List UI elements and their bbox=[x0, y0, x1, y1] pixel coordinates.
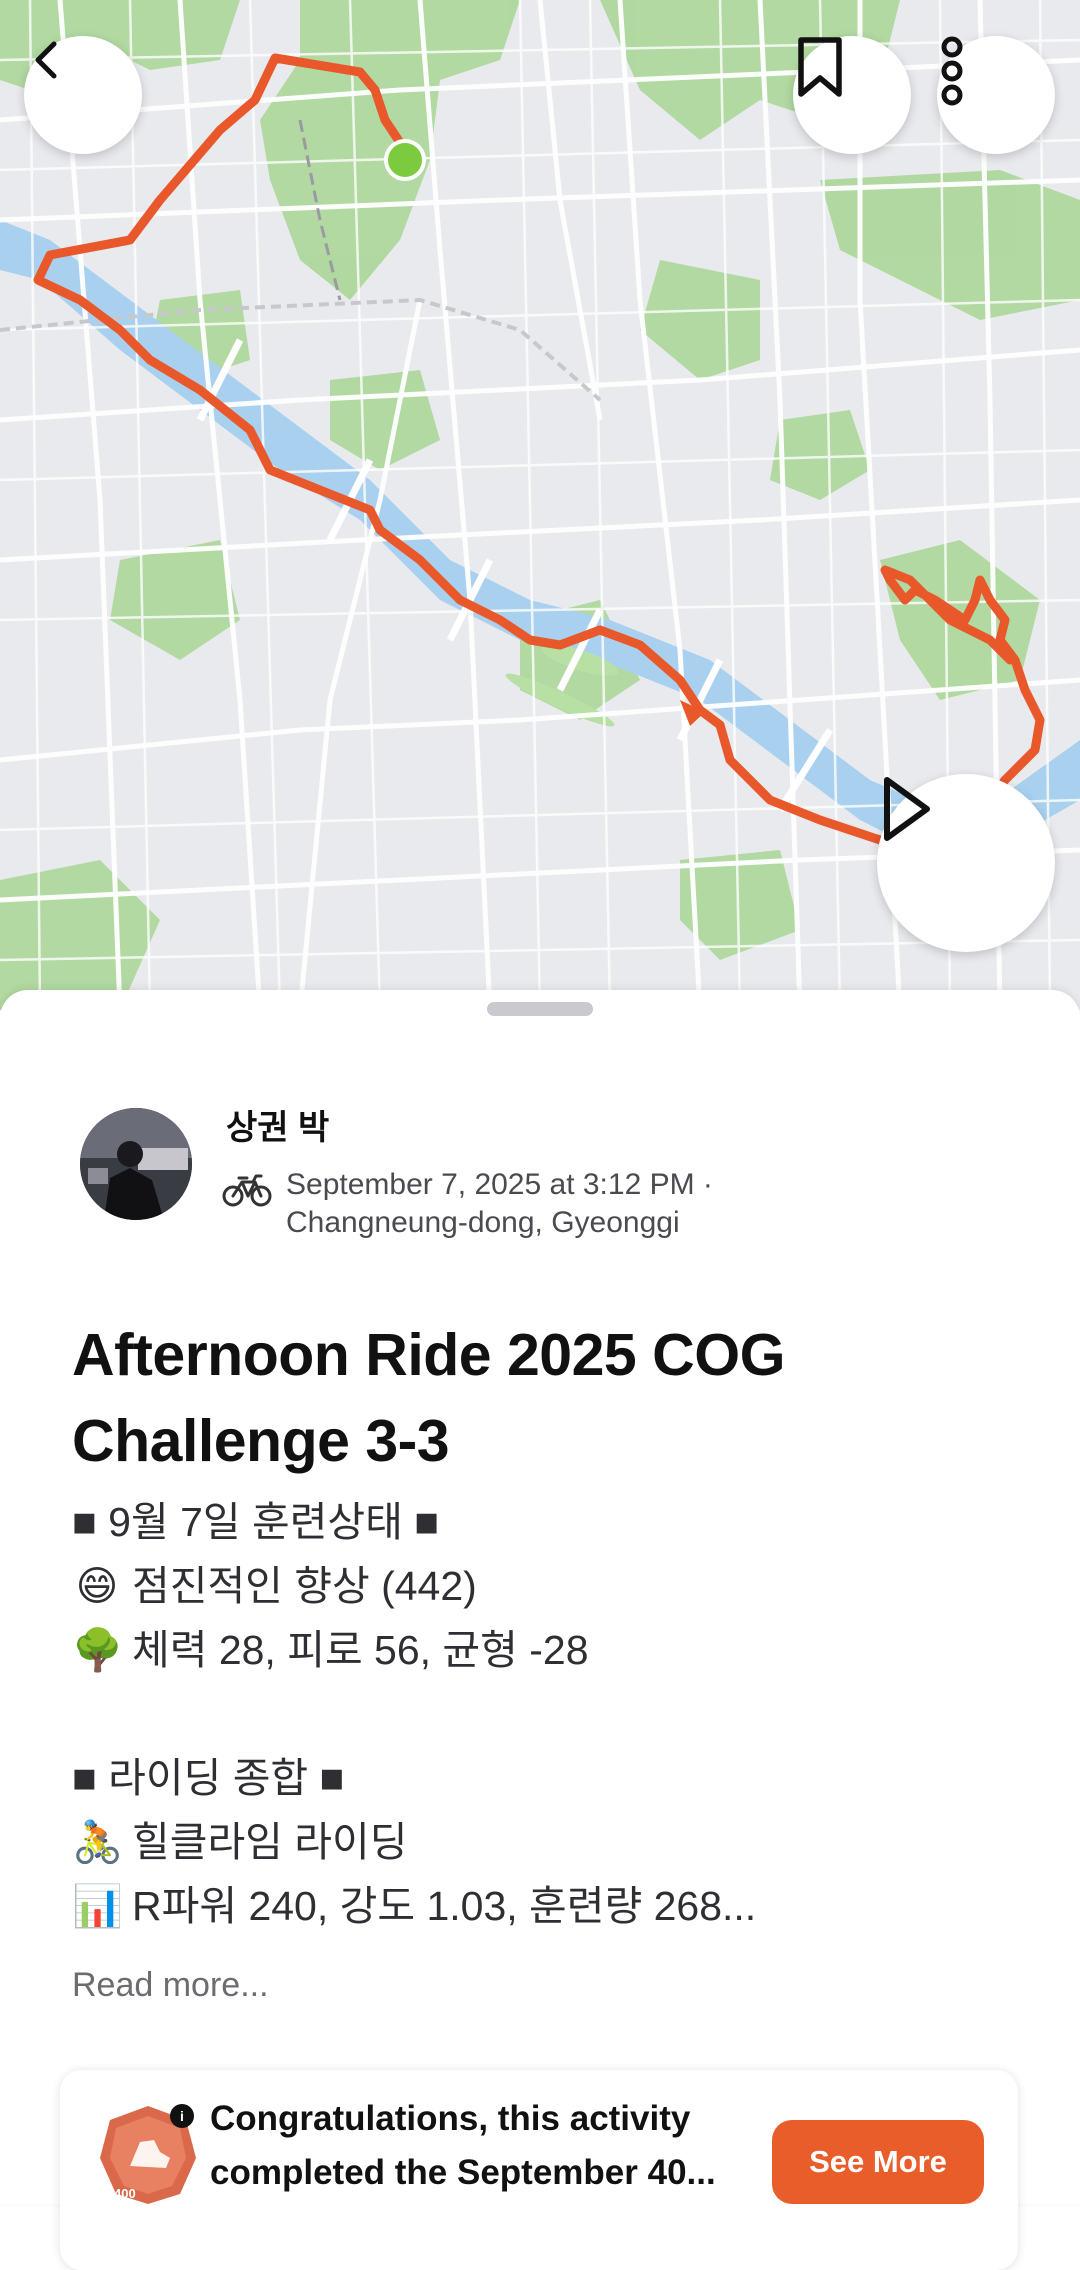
description-line: ■ 라이딩 종합 ■ bbox=[72, 1746, 1012, 1810]
description-line: 📊 R파워 240, 강도 1.03, 훈련량 268... bbox=[72, 1874, 1012, 1938]
activity-location: Changneung-dong, Gyeonggi bbox=[286, 1206, 680, 1239]
description-text: 점진적인 향상 (442) bbox=[132, 1563, 477, 1609]
tree-icon: 🌳 bbox=[72, 1627, 124, 1673]
activity-title-line: Challenge 3-3 bbox=[72, 1408, 450, 1474]
drag-handle[interactable] bbox=[487, 1002, 593, 1016]
description-text: 힐클라임 라이딩 bbox=[132, 1819, 408, 1865]
read-more-link[interactable]: Read more... bbox=[72, 1966, 269, 2005]
description-text: 체력 28, 피로 56, 균형 -28 bbox=[132, 1627, 589, 1673]
badge-number: 400 bbox=[114, 2186, 136, 2201]
activity-meta: September 7, 2025 at 3:12 PM · Changneun… bbox=[286, 1166, 986, 1242]
bookmark-button[interactable] bbox=[793, 36, 911, 154]
avatar[interactable] bbox=[80, 1108, 192, 1220]
avatar-photo bbox=[80, 1108, 192, 1220]
activity-title: Afternoon Ride 2025 COG Challenge 3-3 bbox=[72, 1312, 1012, 1484]
activity-sheet: 상권 박 September 7, 2025 at 3:12 PM · Chan… bbox=[0, 990, 1080, 2270]
chevron-left-icon bbox=[35, 41, 57, 79]
activity-title-line: Afternoon Ride 2025 COG bbox=[72, 1322, 786, 1388]
more-vertical-icon bbox=[941, 36, 963, 106]
description-text: ■ 9월 7일 훈련상태 ■ bbox=[72, 1499, 440, 1545]
description-text: R파워 240, 강도 1.03, 훈련량 268... bbox=[132, 1883, 757, 1929]
bicycle-icon bbox=[222, 1174, 272, 1207]
description-line: 🌳 체력 28, 피로 56, 균형 -28 bbox=[72, 1618, 1012, 1682]
see-more-button[interactable]: See More bbox=[772, 2120, 984, 2204]
svg-text:i: i bbox=[180, 2108, 184, 2124]
description-line: 🚴 힐클라임 라이딩 bbox=[72, 1810, 1012, 1874]
challenge-promo-card[interactable]: i 400 Congratulations, this activity com… bbox=[60, 2070, 1018, 2270]
play-flyover-button[interactable] bbox=[877, 774, 1055, 952]
grinning-face-icon: 😄 bbox=[75, 1563, 119, 1609]
activity-date: September 7, 2025 at 3:12 PM · bbox=[286, 1168, 713, 1201]
description-text: ■ 라이딩 종합 ■ bbox=[72, 1755, 345, 1801]
bar-chart-icon: 📊 bbox=[72, 1883, 124, 1929]
description-line bbox=[72, 1682, 1012, 1746]
play-icon bbox=[884, 777, 930, 841]
promo-line: completed the September 40... bbox=[210, 2153, 716, 2192]
description-line: ■ 9월 7일 훈련상태 ■ bbox=[72, 1490, 1012, 1554]
activity-description: ■ 9월 7일 훈련상태 ■ 😄 점진적인 향상 (442) 🌳 체력 28, 피로… bbox=[72, 1490, 1012, 1938]
cyclist-icon: 🚴 bbox=[72, 1819, 124, 1865]
promo-line: Congratulations, this activity bbox=[210, 2099, 691, 2138]
start-marker bbox=[384, 139, 426, 181]
athlete-name[interactable]: 상권 박 bbox=[226, 1100, 329, 1149]
description-line: 😄 점진적인 향상 (442) bbox=[72, 1554, 1012, 1618]
promo-message: Congratulations, this activity completed… bbox=[210, 2092, 820, 2200]
route-map[interactable] bbox=[0, 0, 1080, 1010]
back-button[interactable] bbox=[24, 36, 142, 154]
bookmark-icon bbox=[798, 37, 842, 97]
more-options-button[interactable] bbox=[937, 36, 1055, 154]
challenge-badge-icon: i 400 bbox=[100, 2104, 196, 2204]
